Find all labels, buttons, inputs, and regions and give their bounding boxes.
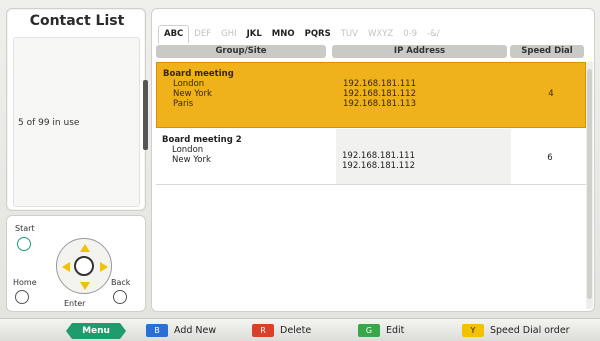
arrow-left-icon [62,262,70,272]
speed-dial-value: 6 [547,153,553,163]
arrow-down-icon [80,282,90,290]
contact-table-panel: ABC DEF GHI JKL MNO PQRS TUV WXYZ 0-9 -&… [151,8,595,312]
ip-address: 192.168.181.111 [343,79,417,89]
screen: Contact List 5 of 99 in use Start Home E… [0,0,600,341]
arrow-right-icon [100,262,108,272]
panel-scroll-indicator [143,80,148,150]
usage-count: 5 of 99 in use [18,118,80,128]
home-icon [15,290,29,304]
arrow-up-icon [80,244,90,252]
edit-button[interactable]: Edit [386,324,404,337]
tab-def[interactable]: DEF [189,26,216,43]
ip-address: 192.168.181.112 [343,89,417,99]
table-row[interactable]: Board meeting 2 London New York 192.168.… [156,129,586,185]
tab-mno[interactable]: MNO [267,26,300,43]
ip-address: 192.168.181.113 [343,99,417,109]
blue-key-icon: B [146,324,168,337]
tab-symbols[interactable]: -&/ [422,26,445,43]
ip-cell: 192.168.181.111 192.168.181.112 192.168.… [343,79,416,109]
add-new-button[interactable]: Add New [174,324,216,337]
column-header-ip: IP Address [332,45,507,58]
contact-list-panel: Contact List 5 of 99 in use [6,8,146,211]
vertical-scrollbar[interactable] [586,61,593,309]
column-header-speed-dial: Speed Dial [510,45,584,58]
ip-cell: 192.168.181.111 192.168.181.112 [342,151,415,171]
site-name: London [173,79,205,89]
softkey-bar: Menu B Add New R Delete G Edit Y Speed D… [0,318,600,341]
menu-button[interactable]: Menu [66,323,126,339]
start-label: Start [15,224,35,233]
back-icon [113,290,127,304]
ip-address: 192.168.181.112 [342,161,416,171]
enter-icon [74,256,94,276]
tab-0-9[interactable]: 0-9 [398,26,422,43]
group-cell: Board meeting 2 London New York [162,135,242,165]
navigation-dial [56,238,112,294]
site-name: London [172,145,204,155]
green-key-icon: G [358,324,380,337]
site-name: New York [173,89,212,99]
start-icon [17,237,31,251]
tab-abc[interactable]: ABC [158,25,190,43]
site-name: Paris [173,99,194,109]
group-name: Board meeting 2 [162,135,242,145]
home-label: Home [13,278,37,287]
column-header-group: Group/Site [156,45,326,58]
red-key-icon: R [252,324,274,337]
group-name: Board meeting [163,69,234,79]
tab-wxyz[interactable]: WXYZ [363,26,398,43]
alphabet-tabs: ABC DEF GHI JKL MNO PQRS TUV WXYZ 0-9 -&… [158,23,445,43]
enter-label: Enter [64,299,86,308]
tab-jkl[interactable]: JKL [242,26,267,43]
yellow-key-icon: Y [462,324,484,337]
panel-title: Contact List [29,13,125,29]
remote-hint-panel: Start Home Enter Back [6,215,146,312]
back-label: Back [111,278,131,287]
ip-address: 192.168.181.111 [342,151,416,161]
info-box: 5 of 99 in use [13,37,140,207]
tab-pqrs[interactable]: PQRS [300,26,336,43]
group-cell: Board meeting London New York Paris [163,69,234,109]
table-row[interactable]: Board meeting London New York Paris 192.… [156,62,586,128]
scrollbar-thumb[interactable] [587,69,592,299]
tab-tuv[interactable]: TUV [336,26,363,43]
speed-dial-value: 4 [548,89,554,99]
tab-ghi[interactable]: GHI [216,26,242,43]
delete-button[interactable]: Delete [280,324,311,337]
speed-dial-order-button[interactable]: Speed Dial order [490,324,570,337]
site-name: New York [172,155,211,165]
